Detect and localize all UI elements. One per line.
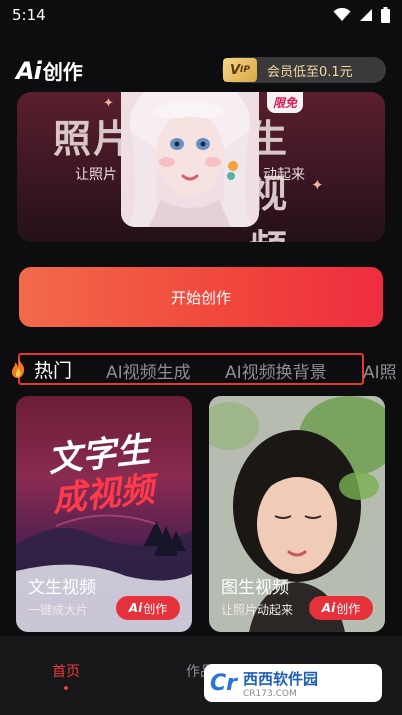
cellular-signal-icon [360, 9, 372, 21]
category-tabs: 热门 AI视频生成 AI视频换背景 AI照 [0, 352, 402, 386]
sparkle-icon: ✦ [103, 96, 114, 111]
card-title: 文生视频 [28, 578, 96, 598]
banner-portrait-image [121, 92, 259, 227]
text-to-video-art-title: 文字生 成视频 [46, 428, 174, 520]
ai-create-button-latin: Ai [128, 601, 143, 615]
watermark-name: 西西软件园 [243, 669, 319, 688]
tab-ai-video-generation[interactable]: AI视频生成 [106, 358, 191, 383]
tab-ai-photo[interactable]: AI照 [363, 358, 397, 383]
battery-icon [381, 7, 390, 23]
nav-active-indicator [64, 686, 68, 690]
ai-create-button-cn: 创作 [143, 601, 168, 616]
start-creating-button[interactable]: 开始创作 [19, 267, 383, 327]
app-logo-cn: 创作 [42, 59, 83, 84]
vip-promo-button[interactable]: V IP 会员低至0.1元 [222, 57, 386, 83]
wifi-icon [333, 8, 351, 21]
ai-create-button[interactable]: Ai 创作 [116, 596, 180, 620]
app-logo-latin: Ai [16, 56, 42, 85]
vip-promo-text: 会员低至0.1元 [267, 64, 353, 80]
app-logo: Ai 创作 [16, 56, 83, 85]
status-icons [333, 7, 390, 23]
banner-subtitle-right: 动起来 [263, 167, 305, 183]
watermark-url: CR173.COM [243, 688, 297, 699]
watermark-text: 西西软件园 CR173.COM [243, 668, 318, 699]
vip-crown-icon: V IP [223, 58, 257, 82]
status-time: 5:14 [12, 6, 46, 24]
ai-create-button-cn: 创作 [336, 601, 361, 616]
limited-free-badge: 限免 [267, 92, 304, 113]
site-watermark: Cr 西西软件园 CR173.COM [204, 664, 382, 702]
text-to-video-card[interactable]: 文字生 成视频 文生视频 一键成大片 Ai 创作 [16, 396, 192, 632]
card-title: 图生视频 [221, 578, 289, 598]
tab-hot[interactable]: 热门 [34, 356, 72, 383]
flame-icon [11, 358, 25, 378]
banner-subtitle-left: 让照片 [75, 167, 117, 183]
ai-create-button[interactable]: Ai 创作 [309, 596, 373, 620]
card-subtitle: 让照片动起来 [221, 603, 294, 617]
promo-banner[interactable]: 照片 生视频 让照片 动起来 限免 ✦ ✦ [17, 92, 385, 242]
nav-home[interactable]: 首页 [52, 661, 80, 681]
ai-create-button-latin: Ai [321, 601, 336, 615]
watermark-logo: Cr [210, 670, 237, 696]
sparkle-icon: ✦ [311, 176, 324, 194]
card-subtitle: 一键成大片 [28, 603, 89, 617]
tab-ai-video-background[interactable]: AI视频换背景 [225, 358, 327, 383]
image-to-video-card[interactable]: 图生视频 让照片动起来 Ai 创作 [209, 396, 385, 632]
status-bar: 5:14 [0, 0, 402, 30]
app-header: Ai 创作 V IP 会员低至0.1元 [0, 50, 402, 90]
